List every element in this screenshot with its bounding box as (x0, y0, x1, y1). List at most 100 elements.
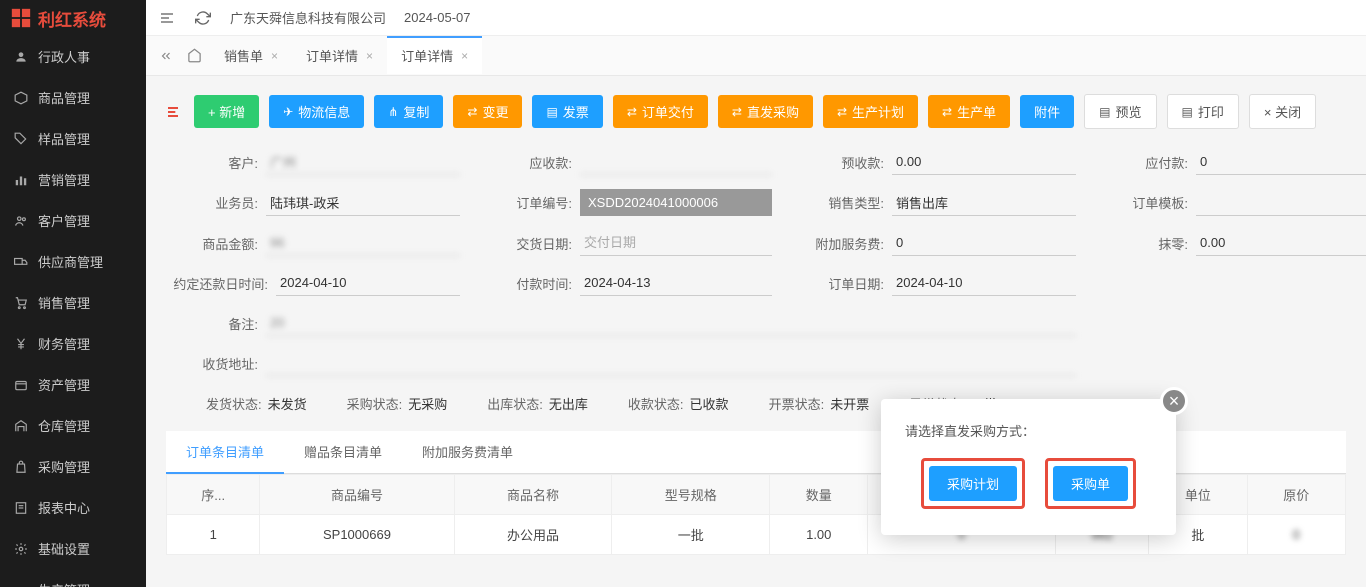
nav-label: 供应商管理 (38, 252, 103, 271)
nav-item-9[interactable]: 仓库管理 (0, 405, 146, 446)
sales-type-input[interactable] (892, 190, 1076, 216)
wallet-icon (14, 378, 28, 392)
tab-close-icon[interactable]: × (461, 49, 468, 63)
form-grid: 客户: 应收款: 预收款: 应付款: 业务员: 订单编号: 销售类型: 订单模板… (166, 149, 1346, 376)
table-header: 数量 (770, 475, 868, 515)
salesperson-input[interactable] (266, 190, 460, 216)
collapse-icon[interactable] (166, 103, 184, 121)
tab-0[interactable]: 销售单× (210, 37, 292, 75)
remark-input[interactable] (266, 310, 1076, 336)
nav-item-0[interactable]: 行政人事 (0, 36, 146, 77)
logistics-button[interactable]: ✈物流信息 (269, 95, 364, 128)
address-label: 收货地址: (166, 354, 266, 373)
customer-label: 客户: (166, 153, 266, 172)
refresh-icon[interactable] (194, 9, 212, 27)
sales-type-label: 销售类型: (792, 193, 892, 212)
change-button[interactable]: ⇄变更 (453, 95, 522, 128)
nav-item-3[interactable]: 营销管理 (0, 159, 146, 200)
tab-close-icon[interactable]: × (366, 49, 373, 63)
tag-icon (14, 132, 28, 146)
goods-amount-label: 商品金额: (166, 234, 266, 253)
truck-icon (14, 255, 28, 269)
sidebar: 利红系统 行政人事商品管理样品管理营销管理客户管理供应商管理销售管理财务管理资产… (0, 0, 146, 587)
tab-close-icon[interactable]: × (271, 49, 278, 63)
home-icon[interactable] (182, 44, 206, 68)
address-input[interactable] (266, 350, 1076, 376)
nav-item-8[interactable]: 资产管理 (0, 364, 146, 405)
table-cell: 1.00 (770, 515, 868, 555)
production-order-label: 生产单 (957, 102, 996, 121)
nav-item-5[interactable]: 供应商管理 (0, 241, 146, 282)
nav-label: 营销管理 (38, 170, 90, 189)
tabs-scroll-left-icon[interactable] (154, 44, 178, 68)
tab-gift-items[interactable]: 赠品条目清单 (284, 431, 402, 473)
nav-label: 行政人事 (38, 47, 90, 66)
nav-item-11[interactable]: 报表中心 (0, 487, 146, 528)
invoice-status-label: 开票状态: (769, 394, 825, 413)
deliver-label: 订单交付 (642, 102, 694, 121)
payable-input[interactable] (1196, 149, 1366, 175)
nav-item-7[interactable]: 财务管理 (0, 323, 146, 364)
tab-service-fees[interactable]: 附加服务费清单 (402, 431, 533, 473)
direct-purchase-button[interactable]: ⇄直发采购 (718, 95, 813, 128)
service-fee-input[interactable] (892, 230, 1076, 256)
logistics-label: 物流信息 (298, 102, 350, 121)
nav-label: 财务管理 (38, 334, 90, 353)
print-button[interactable]: ▤打印 (1167, 94, 1239, 129)
production-plan-button[interactable]: ⇄生产计划 (823, 95, 918, 128)
prepaid-input[interactable] (892, 149, 1076, 175)
delivery-date-input[interactable] (580, 230, 772, 256)
preview-label: 预览 (1115, 102, 1141, 121)
nav-item-4[interactable]: 客户管理 (0, 200, 146, 241)
shipping-status-value: 未发货 (268, 394, 307, 413)
main-content: 广东天舜信息科技有限公司 2024-05-07 销售单×订单详情×订单详情× +… (146, 0, 1366, 587)
order-date-input[interactable] (892, 270, 1076, 296)
nav-label: 商品管理 (38, 88, 90, 107)
deliver-button[interactable]: ⇄订单交付 (613, 95, 708, 128)
nav-item-13[interactable]: 生产管理 (0, 569, 146, 587)
receivable-input[interactable] (580, 149, 772, 175)
invoice-button[interactable]: ▤发票 (532, 95, 602, 128)
repayment-date-input[interactable] (276, 270, 460, 296)
tab-order-items[interactable]: 订单条目清单 (166, 431, 284, 474)
menu-toggle-icon[interactable] (158, 9, 176, 27)
shipping-status-label: 发货状态: (206, 394, 262, 413)
salesperson-label: 业务员: (166, 193, 266, 212)
goods-amount-input[interactable] (266, 230, 460, 256)
tab-1[interactable]: 订单详情× (292, 37, 387, 75)
action-toolbar: + 新增 ✈物流信息 ⋔复制 ⇄变更 ▤发票 ⇄订单交付 ⇄直发采购 ⇄生产计划… (166, 94, 1346, 129)
table-cell: 一批 (612, 515, 770, 555)
tab-2[interactable]: 订单详情× (387, 36, 482, 74)
purchase-plan-button[interactable]: 采购计划 (929, 466, 1017, 501)
nav-item-10[interactable]: 采购管理 (0, 446, 146, 487)
delivery-date-label: 交货日期: (480, 234, 580, 253)
payable-label: 应付款: (1096, 153, 1196, 172)
preview-button[interactable]: ▤预览 (1084, 94, 1156, 129)
repayment-date-label: 约定还款日时间: (166, 274, 276, 293)
payment-time-input[interactable] (580, 270, 772, 296)
nav-label: 资产管理 (38, 375, 90, 394)
nav-item-12[interactable]: 基础设置 (0, 528, 146, 569)
collection-status-label: 收款状态: (628, 394, 684, 413)
order-template-input[interactable] (1196, 190, 1366, 216)
production-plan-label: 生产计划 (852, 102, 904, 121)
nav-item-1[interactable]: 商品管理 (0, 77, 146, 118)
rounding-input[interactable] (1196, 230, 1366, 256)
change-label: 变更 (482, 102, 508, 121)
nav-item-6[interactable]: 销售管理 (0, 282, 146, 323)
bag-icon (14, 460, 28, 474)
nav-label: 仓库管理 (38, 416, 90, 435)
modal-close-button[interactable]: × (1160, 387, 1188, 415)
payment-time-label: 付款时间: (480, 274, 580, 293)
attachment-button[interactable]: 附件 (1020, 95, 1074, 128)
table-cell: 0 (1247, 515, 1345, 555)
add-button[interactable]: + 新增 (194, 95, 259, 128)
copy-button[interactable]: ⋔复制 (374, 95, 443, 128)
current-date: 2024-05-07 (404, 10, 471, 25)
purchase-order-button[interactable]: 采购单 (1053, 466, 1128, 501)
production-order-button[interactable]: ⇄生产单 (928, 95, 1010, 128)
table-header: 原价 (1247, 475, 1345, 515)
customer-input[interactable] (266, 149, 460, 175)
close-button[interactable]: × 关闭 (1249, 94, 1316, 129)
nav-item-2[interactable]: 样品管理 (0, 118, 146, 159)
